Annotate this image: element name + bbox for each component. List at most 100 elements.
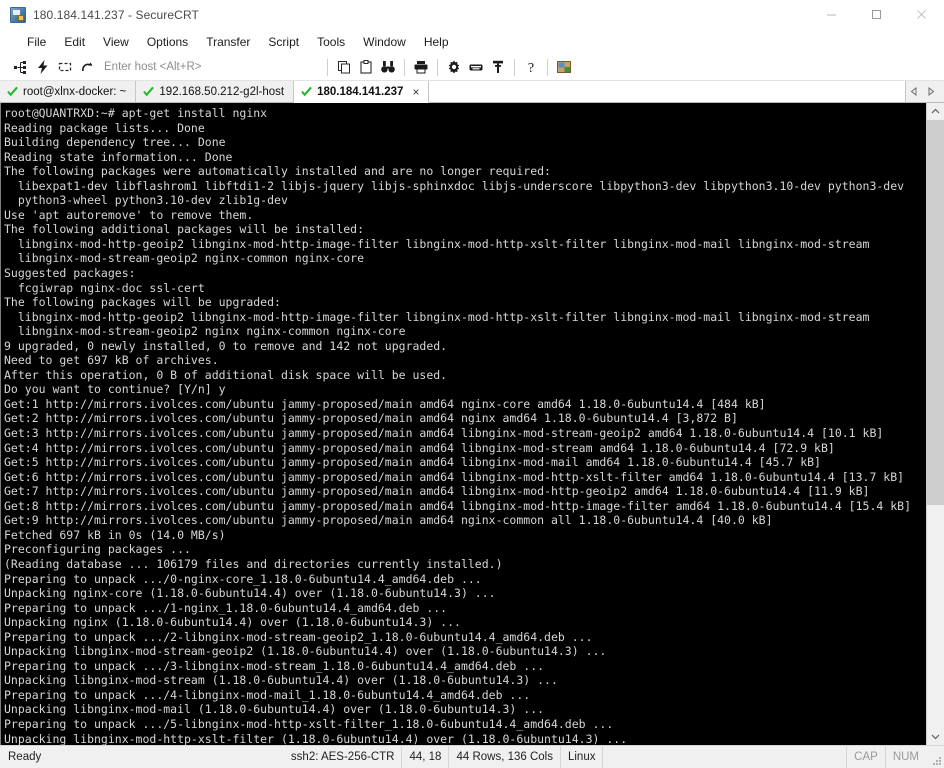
terminal-line: Unpacking nginx-core (1.18.0-6ubuntu14.4…: [4, 586, 496, 601]
terminal-line: Need to get 697 kB of archives.: [4, 353, 219, 368]
tab-scroll-right-icon[interactable]: [922, 81, 938, 102]
chat-window-icon[interactable]: [553, 56, 575, 78]
status-terminal-size: 44 Rows, 136 Cols: [449, 746, 561, 768]
menu-help[interactable]: Help: [415, 32, 458, 52]
connected-check-icon: [7, 86, 18, 97]
session-options-icon[interactable]: [443, 56, 465, 78]
securecrt-icon: [10, 6, 26, 23]
terminal-line: After this operation, 0 B of additional …: [4, 367, 448, 382]
quick-connect-icon[interactable]: [32, 56, 54, 78]
toolbar-separator-5: [547, 58, 548, 76]
tab-bar: root@xlnx-docker: ~ 192.168.50.212-g2l-h…: [0, 81, 944, 103]
connected-check-icon: [301, 86, 312, 97]
status-ready: Ready: [8, 751, 42, 763]
toolbar: Enter host <Alt+R> ?: [0, 54, 944, 81]
tab-close-icon[interactable]: ×: [412, 86, 419, 98]
terminal-line: Get:7 http://mirrors.ivolces.com/ubuntu …: [4, 484, 870, 499]
status-spacer: [603, 746, 848, 768]
status-bar: Ready ssh2: AES-256-CTR 44, 18 44 Rows, …: [0, 745, 944, 768]
terminal-line: Get:2 http://mirrors.ivolces.com/ubuntu …: [4, 411, 738, 426]
terminal-line: (Reading database ... 106179 files and d…: [4, 556, 503, 571]
terminal-line: Fetched 697 kB in 0s (14.0 MB/s): [4, 527, 226, 542]
terminal-line: The following additional packages will b…: [4, 222, 365, 237]
maximize-button[interactable]: [854, 0, 899, 29]
host-input[interactable]: Enter host <Alt+R>: [104, 61, 316, 73]
terminal-line: Preparing to unpack .../0-nginx-core_1.1…: [4, 571, 482, 586]
terminal-line: python3-wheel python3.10-dev zlib1g-dev: [4, 193, 288, 208]
toolbar-separator-3: [437, 58, 438, 76]
menu-transfer[interactable]: Transfer: [197, 32, 259, 52]
scroll-up-icon[interactable]: [927, 103, 944, 120]
menu-window[interactable]: Window: [354, 32, 415, 52]
copy-icon[interactable]: [333, 56, 355, 78]
tab-root-xlnx-docker[interactable]: root@xlnx-docker: ~: [0, 81, 137, 102]
terminal-line: libnginx-mod-stream-geoip2 nginx-common …: [4, 251, 365, 266]
toolbar-separator-1: [327, 58, 328, 76]
terminal-line: Get:6 http://mirrors.ivolces.com/ubuntu …: [4, 469, 905, 484]
terminal-line: Use 'apt autoremove' to remove them.: [4, 207, 254, 222]
find-icon[interactable]: [377, 56, 399, 78]
terminal-scrollbar[interactable]: [926, 103, 944, 745]
new-session-icon[interactable]: [10, 56, 32, 78]
minimize-button[interactable]: [809, 0, 854, 29]
tab-scroll-left-icon[interactable]: [906, 81, 922, 102]
status-emulation: Linux: [561, 746, 604, 768]
terminal-line: Get:3 http://mirrors.ivolces.com/ubuntu …: [4, 426, 884, 441]
scrollbar-thumb[interactable]: [927, 120, 944, 505]
terminal-line: Unpacking nginx (1.18.0-6ubuntu14.4) ove…: [4, 615, 461, 630]
scrollbar-track[interactable]: [927, 120, 944, 728]
menu-options[interactable]: Options: [138, 32, 197, 52]
terminal-line: Do you want to continue? [Y/n] y: [4, 382, 226, 397]
terminal-line: Get:1 http://mirrors.ivolces.com/ubuntu …: [4, 396, 766, 411]
terminal-line: Unpacking libnginx-mod-mail (1.18.0-6ubu…: [4, 702, 545, 717]
window-controls: [809, 0, 944, 29]
tab-label: 180.184.141.237: [317, 85, 404, 98]
key-icon[interactable]: [487, 56, 509, 78]
securecrt-window: 180.184.141.237 - SecureCRT File Edit Vi…: [0, 0, 944, 768]
status-caps-lock: CAP: [847, 746, 886, 768]
svg-text:?: ?: [528, 61, 534, 75]
toolbar-separator-2: [404, 58, 405, 76]
close-button[interactable]: [899, 0, 944, 29]
keymap-editor-icon[interactable]: [465, 56, 487, 78]
resize-grip-icon[interactable]: [926, 746, 944, 768]
terminal-line: Get:4 http://mirrors.ivolces.com/ubuntu …: [4, 440, 835, 455]
help-icon[interactable]: ?: [520, 56, 542, 78]
terminal-line: The following packages will be upgraded:: [4, 295, 281, 310]
terminal-line: Unpacking libnginx-mod-stream (1.18.0-6u…: [4, 673, 558, 688]
menu-file[interactable]: File: [18, 32, 55, 52]
terminal-line: Building dependency tree... Done: [4, 135, 226, 150]
terminal-line: Preconfiguring packages ...: [4, 542, 191, 557]
terminal-output[interactable]: root@QUANTRXD:~# apt-get install nginx Re…: [1, 103, 926, 745]
scroll-down-icon[interactable]: [927, 728, 944, 745]
terminal-line: libnginx-mod-http-geoip2 libnginx-mod-ht…: [4, 236, 870, 251]
print-icon[interactable]: [410, 56, 432, 78]
terminal-line: Preparing to unpack .../3-libnginx-mod-s…: [4, 658, 545, 673]
tab-nav: [905, 81, 944, 102]
menu-bar: File Edit View Options Transfer Script T…: [0, 30, 944, 54]
terminal-line: 9 upgraded, 0 newly installed, 0 to remo…: [4, 338, 448, 353]
tab-180-184-141-237[interactable]: 180.184.141.237 ×: [294, 81, 430, 103]
menu-script[interactable]: Script: [259, 32, 308, 52]
menu-edit[interactable]: Edit: [55, 32, 94, 52]
paste-icon[interactable]: [355, 56, 377, 78]
tab-192-168-50-212-g2l-host[interactable]: 192.168.50.212-g2l-host: [136, 81, 295, 102]
disconnect-icon[interactable]: [76, 56, 98, 78]
toolbar-separator-4: [514, 58, 515, 76]
terminal-line: Preparing to unpack .../4-libnginx-mod-m…: [4, 687, 531, 702]
title-bar: 180.184.141.237 - SecureCRT: [0, 0, 944, 30]
terminal-line: Reading state information... Done: [4, 149, 233, 164]
terminal-line: Preparing to unpack .../2-libnginx-mod-s…: [4, 629, 593, 644]
terminal-area: root@QUANTRXD:~# apt-get install nginx Re…: [0, 103, 944, 745]
terminal-line: libnginx-mod-http-geoip2 libnginx-mod-ht…: [4, 309, 870, 324]
reconnect-icon[interactable]: [54, 56, 76, 78]
terminal-line: Reading package lists... Done: [4, 120, 205, 135]
terminal-line: Unpacking libnginx-mod-http-xslt-filter …: [4, 731, 628, 745]
terminal-line: fcgiwrap nginx-doc ssl-cert: [4, 280, 205, 295]
status-cursor-position: 44, 18: [402, 746, 450, 768]
terminal-line: Unpacking libnginx-mod-stream-geoip2 (1.…: [4, 644, 607, 659]
terminal-line: Preparing to unpack .../1-nginx_1.18.0-6…: [4, 600, 448, 615]
menu-tools[interactable]: Tools: [308, 32, 354, 52]
status-encryption: ssh2: AES-256-CTR: [284, 746, 403, 768]
menu-view[interactable]: View: [94, 32, 138, 52]
